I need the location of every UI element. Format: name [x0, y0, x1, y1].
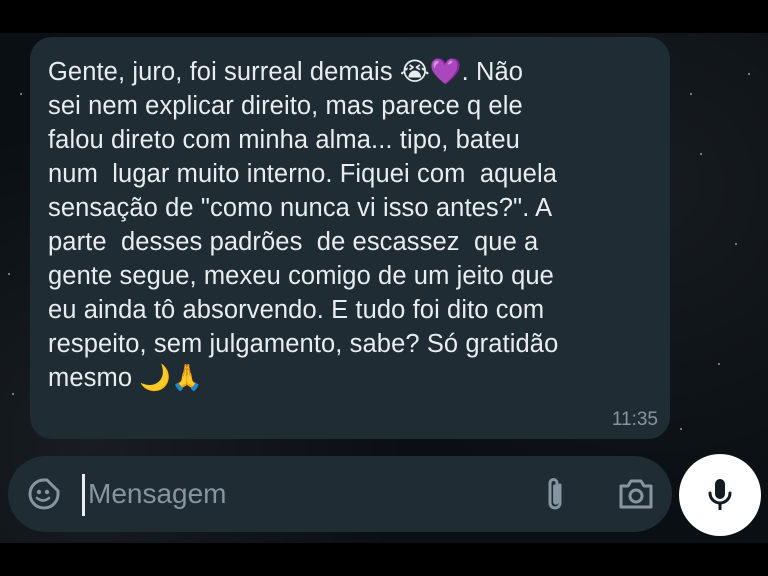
- text-cursor: [82, 474, 85, 516]
- message-line-2: sei nem explicar direito, mas parece q e…: [48, 92, 523, 120]
- microphone-button[interactable]: [679, 454, 761, 536]
- star: [735, 243, 737, 245]
- sticker-icon[interactable]: [26, 476, 62, 512]
- message-line-7: gente segue, mexeu comigo de um jeito qu…: [48, 262, 554, 290]
- star: [12, 393, 14, 395]
- message-line-8: eu ainda tô absorvendo. E tudo foi dito …: [48, 296, 545, 324]
- star: [690, 93, 692, 95]
- paperclip-icon[interactable]: [540, 474, 570, 514]
- message-line-1: Gente, juro, foi surreal demais: [48, 58, 400, 86]
- message-timestamp: 11:35: [611, 409, 658, 430]
- microphone-icon: [706, 477, 734, 513]
- message-line-5: sensação de "como nunca vi isso antes?".…: [48, 194, 553, 222]
- message-line-1-tail: . Não: [461, 58, 524, 86]
- message-composer[interactable]: Mensagem: [8, 456, 672, 532]
- moon-pray-emoji: 🌙🙏: [139, 363, 203, 393]
- message-line-3: falou direto com minha alma... tipo, bat…: [48, 126, 520, 154]
- message-input[interactable]: Mensagem: [88, 478, 227, 510]
- star: [748, 73, 750, 75]
- star: [680, 428, 682, 430]
- message-line-10: mesmo: [48, 364, 140, 392]
- message-text: Gente, juro, foi surreal demais 😭💜. Não …: [48, 55, 650, 395]
- chat-background: Gente, juro, foi surreal demais 😭💜. Não …: [0, 33, 768, 543]
- star: [8, 273, 10, 275]
- star: [718, 363, 720, 365]
- camera-icon[interactable]: [616, 476, 656, 512]
- crying-purple-heart-emoji: 😭💜: [399, 57, 462, 87]
- message-line-6: parte desses padrões de escassez que a: [48, 228, 539, 256]
- star: [700, 153, 702, 155]
- message-line-9: respeito, sem julgamento, sabe? Só grati…: [48, 330, 559, 358]
- star: [20, 93, 22, 95]
- message-bubble[interactable]: Gente, juro, foi surreal demais 😭💜. Não …: [30, 37, 670, 439]
- message-line-4: num lugar muito interno. Fiquei com aque…: [48, 160, 557, 188]
